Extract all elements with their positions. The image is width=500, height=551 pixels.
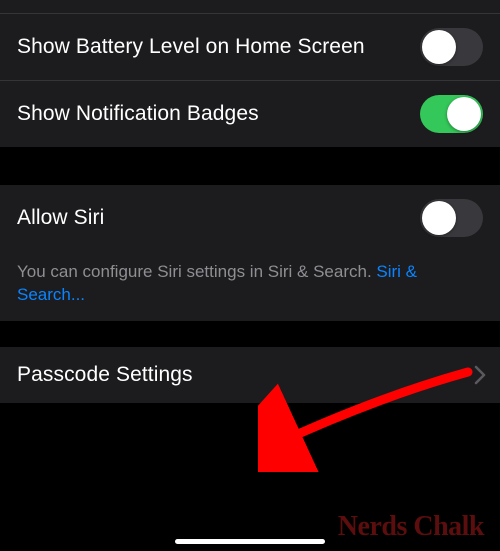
switch-allow-siri[interactable] (420, 199, 483, 237)
switch-battery-level[interactable] (420, 28, 483, 66)
row-label: Show Battery Level on Home Screen (17, 34, 365, 60)
row-battery-level[interactable]: Show Battery Level on Home Screen (0, 14, 500, 80)
settings-group-siri: Allow Siri You can configure Siri settin… (0, 185, 500, 321)
row-label: Passcode Settings (17, 362, 193, 388)
home-indicator[interactable] (175, 539, 325, 544)
switch-notification-badges[interactable] (420, 95, 483, 133)
row-allow-siri[interactable]: Allow Siri (0, 185, 500, 251)
footer-text: You can configure Siri settings in Siri … (17, 262, 376, 281)
chevron-right-icon (474, 365, 486, 385)
row-notification-badges[interactable]: Show Notification Badges (0, 80, 500, 147)
row-label: Show Notification Badges (17, 101, 259, 127)
row-passcode-settings[interactable]: Passcode Settings (0, 347, 500, 403)
watermark-text: Nerds Chalk (338, 511, 484, 543)
settings-group-passcode: Passcode Settings (0, 347, 500, 403)
siri-footer-text: You can configure Siri settings in Siri … (0, 251, 500, 321)
settings-group-display: Show Battery Level on Home Screen Show N… (0, 14, 500, 147)
row-label: Allow Siri (17, 205, 104, 231)
